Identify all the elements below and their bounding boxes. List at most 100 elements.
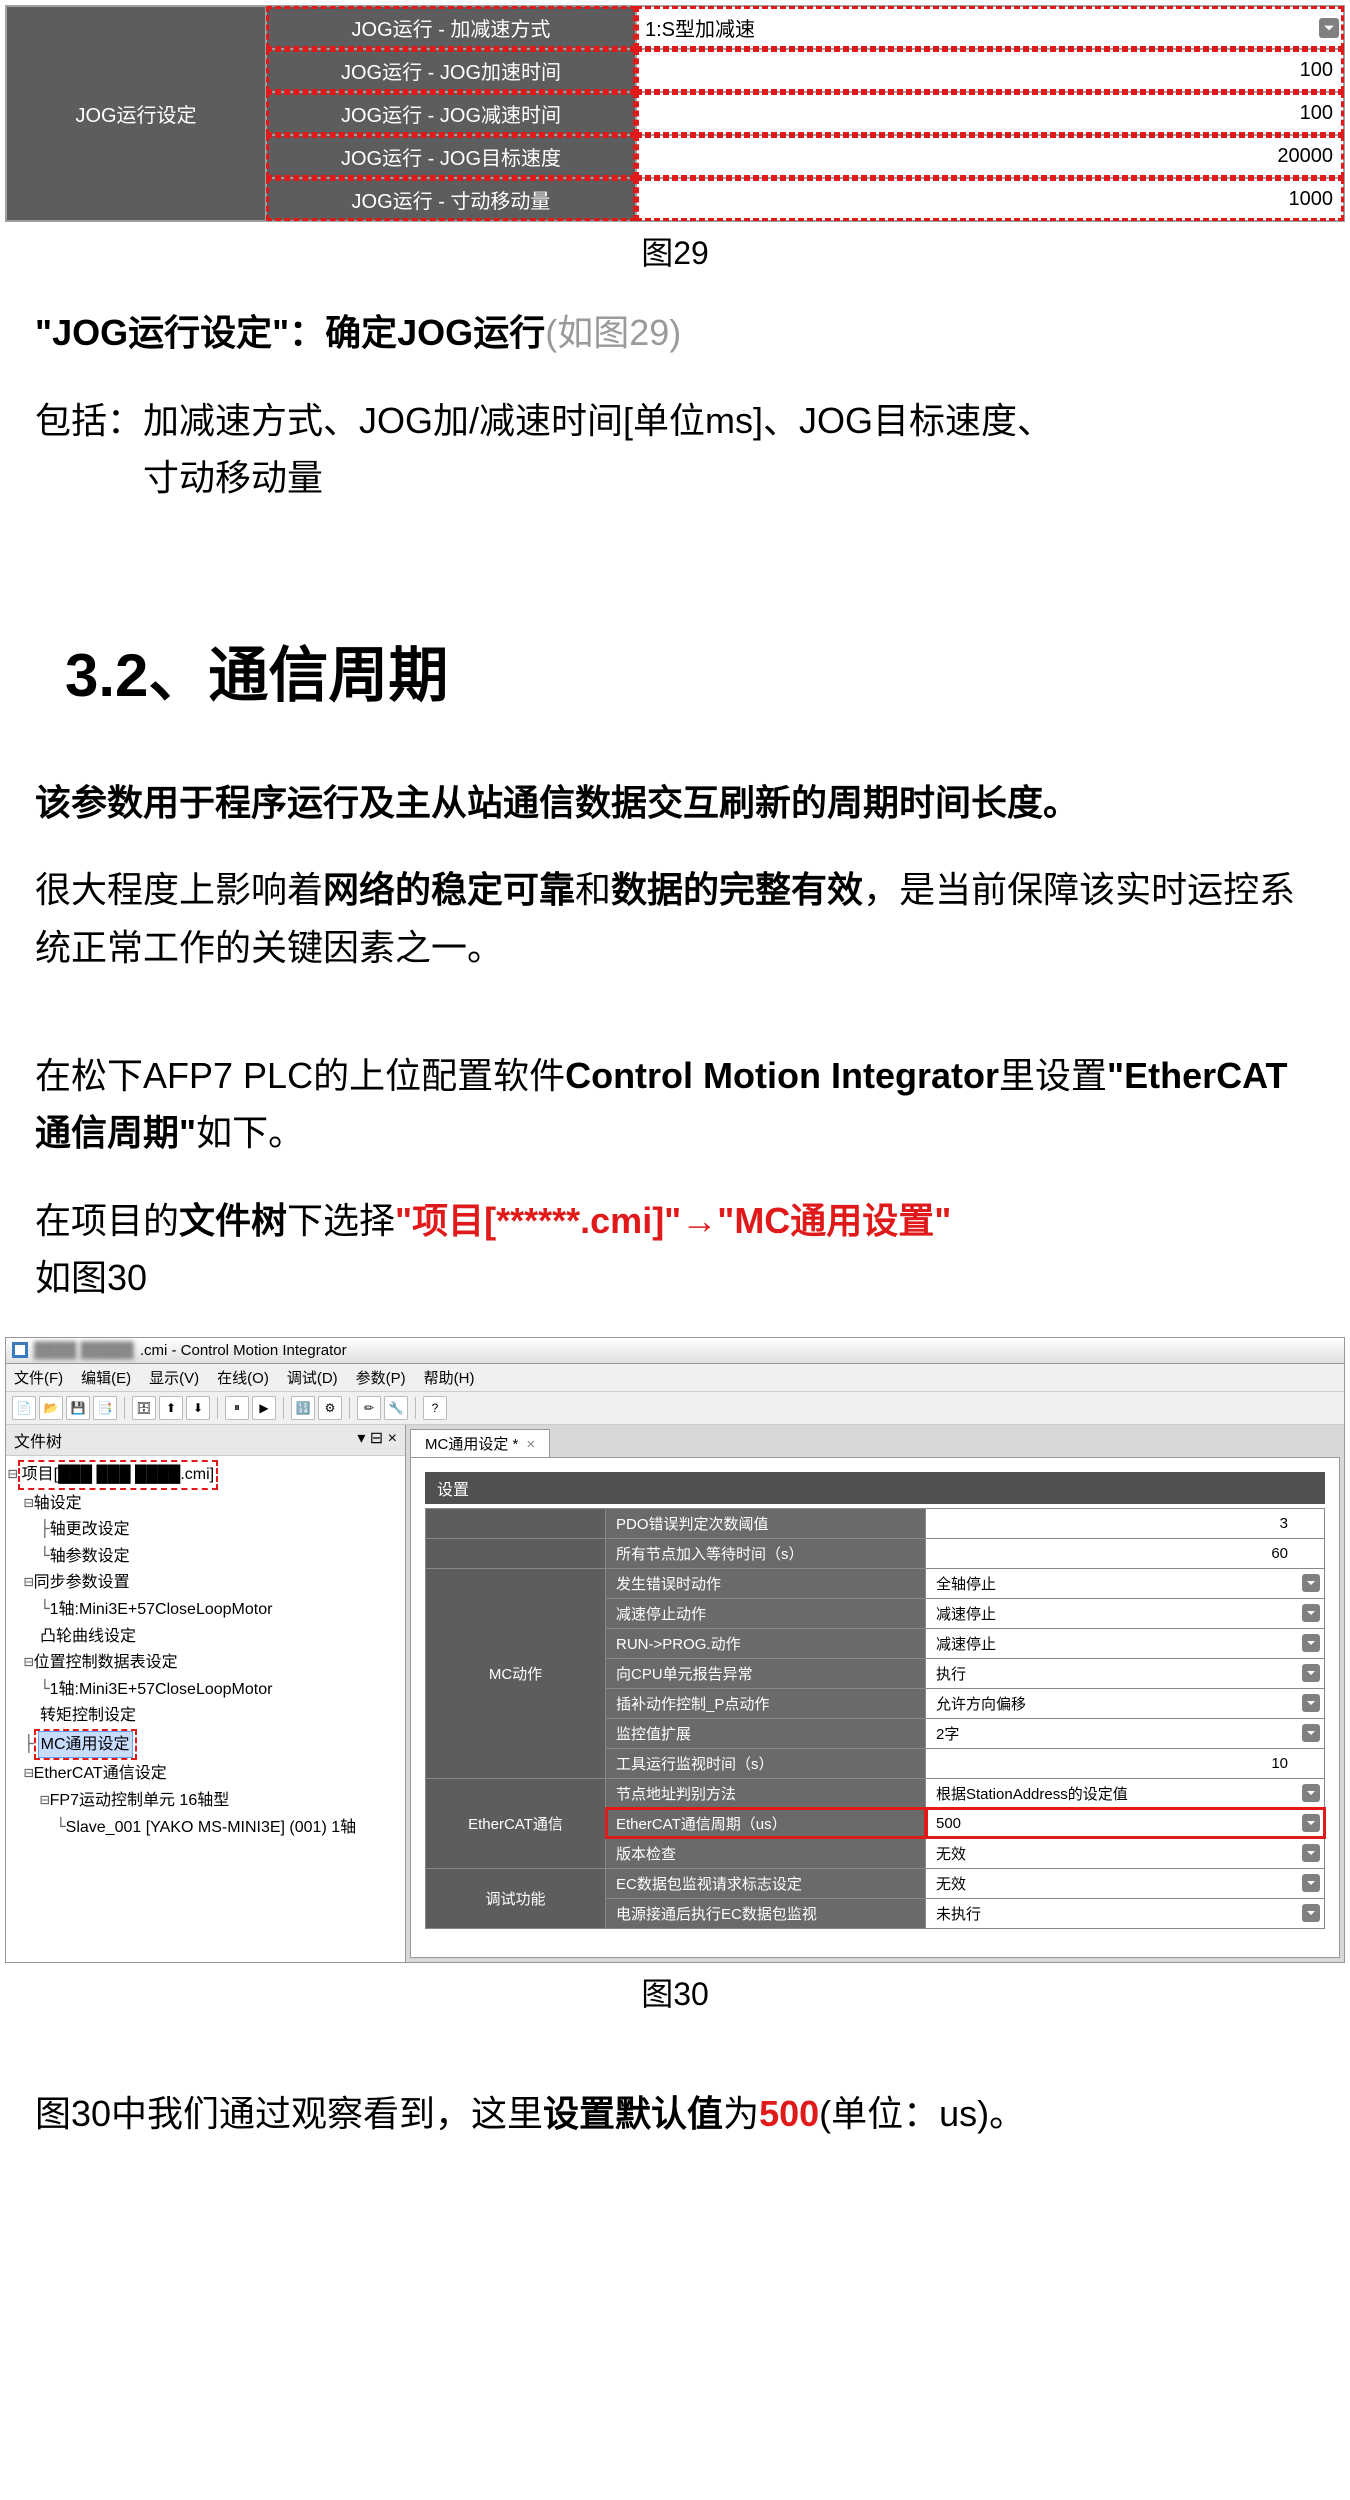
setting-label: 工具运行监视时间（s） [606,1748,926,1778]
setting-label: 监控值扩展 [606,1718,926,1748]
menu-item[interactable]: 在线(O) [217,1367,269,1388]
tree-item[interactable]: └ Slave_001 [YAKO MS-MINI3E] (001) 1轴 [8,1814,403,1841]
p1-gray: (如图29) [545,312,681,353]
setting-label: EtherCAT通信周期（us） [606,1808,926,1838]
panel-header: 设置 [425,1472,1325,1504]
tree-item[interactable]: ├ 轴更改设定 [8,1516,403,1543]
chevron-down-icon[interactable] [1302,1664,1320,1682]
fig30-window: ████ █████.cmi - Control Motion Integrat… [5,1337,1345,1963]
new-icon[interactable]: 📄 [12,1396,36,1420]
setting-value[interactable]: 500 [926,1808,1325,1838]
menu-item[interactable]: 帮助(H) [424,1367,475,1388]
tool-icon[interactable]: 🔧 [384,1396,408,1420]
setting-value[interactable]: 允许方向偏移 [926,1688,1325,1718]
tree-item[interactable]: └ 1轴:Mini3E+57CloseLoopMotor [8,1596,403,1623]
p2: 包括：加减速方式、JOG加/减速时间[单位ms]、JOG目标速度、 寸动移动量 [35,392,1315,507]
p5: 在松下AFP7 PLC的上位配置软件Control Motion Integra… [35,1047,1315,1162]
play-icon[interactable]: ▶ [252,1396,276,1420]
settings-table: PDO错误判定次数阈值3所有节点加入等待时间（s）60 MC动作发生错误时动作全轴… [425,1508,1325,1929]
chevron-down-icon[interactable] [1302,1814,1320,1832]
setting-group: MC动作 [426,1568,606,1778]
chevron-down-icon[interactable] [1302,1694,1320,1712]
pause-icon[interactable]: ⏸ [225,1396,249,1420]
setting-label: 插补动作控制_P点动作 [606,1688,926,1718]
tree-item[interactable]: ⊟ EtherCAT通信设定 [8,1760,403,1787]
setting-value[interactable]: 2字 [926,1718,1325,1748]
edit-icon[interactable]: ✏ [357,1396,381,1420]
chevron-down-icon[interactable] [1302,1784,1320,1802]
close-icon[interactable]: × [526,1436,535,1453]
setting-value[interactable]: 未执行 [926,1898,1325,1928]
menu-item[interactable]: 编辑(E) [81,1367,131,1388]
fig29-group: JOG运行设定 [6,6,266,221]
p7: 图30中我们通过观察看到，这里设置默认值为500(单位：us)。 [35,2085,1315,2143]
chevron-down-icon[interactable] [1302,1874,1320,1892]
setting-label: 发生错误时动作 [606,1568,926,1598]
chevron-down-icon[interactable] [1302,1904,1320,1922]
chevron-down-icon[interactable] [1302,1634,1320,1652]
setting-value[interactable]: 60 [926,1538,1325,1568]
save-icon[interactable]: 💾 [66,1396,90,1420]
tree-header: 文件树 [14,1428,62,1452]
setting-label: 电源接通后执行EC数据包监视 [606,1898,926,1928]
p1-bold: "JOG运行设定"：确定JOG运行 [35,312,545,353]
tree-item[interactable]: ├ MC通用设定 [8,1729,403,1761]
fig30-caption: 图30 [5,1969,1345,2015]
tree-item[interactable]: ⊟ 同步参数设置 [8,1569,403,1596]
p3: 该参数用于程序运行及主从站通信数据交互刷新的周期时间长度。 [35,774,1315,832]
titlebar: ████ █████.cmi - Control Motion Integrat… [6,1338,1344,1364]
setting-label: EC数据包监视请求标志设定 [606,1868,926,1898]
fig29-caption: 图29 [5,228,1345,274]
setting-value[interactable]: 10 [926,1748,1325,1778]
setting-label: 所有节点加入等待时间（s） [606,1538,926,1568]
chevron-down-icon[interactable] [1319,18,1339,38]
fig29-row-label: JOG运行 - 加减速方式 [266,6,636,49]
tree-item[interactable]: ⊟ 轴设定 [8,1490,403,1517]
setting-value[interactable]: 3 [926,1508,1325,1538]
setting-value[interactable]: 无效 [926,1838,1325,1868]
tree-item[interactable]: ⊟ 项目[███ ███ ████.cmi] [8,1460,403,1490]
upload-icon[interactable]: ⬆ [159,1396,183,1420]
setting-label: 节点地址判别方法 [606,1778,926,1808]
chevron-down-icon[interactable] [1302,1844,1320,1862]
fig29-row-value[interactable]: 1:S型加减速 [636,6,1344,49]
download-icon[interactable]: ⬇ [186,1396,210,1420]
chevron-down-icon[interactable] [1302,1724,1320,1742]
setting-label: 减速停止动作 [606,1598,926,1628]
menu-item[interactable]: 参数(P) [356,1367,406,1388]
setting-group: 调试功能 [426,1868,606,1928]
menubar: 文件(F) 编辑(E) 显示(V) 在线(O) 调试(D) 参数(P) 帮助(H) [6,1364,1344,1391]
setting-value[interactable]: 减速停止 [926,1598,1325,1628]
app-icon [12,1342,28,1358]
setting-label: 版本检查 [606,1838,926,1868]
setting-value[interactable]: 全轴停止 [926,1568,1325,1598]
tree-item[interactable]: ⊟ FP7运动控制单元 16轴型 [8,1787,403,1814]
tree-item[interactable]: 凸轮曲线设定 [8,1623,403,1650]
setting-label: PDO错误判定次数阈值 [606,1508,926,1538]
tree-pin-icon[interactable]: ▾ ⊟ × [357,1428,397,1452]
setting-value[interactable]: 减速停止 [926,1628,1325,1658]
tool-icon[interactable]: ⚙ [318,1396,342,1420]
tree-item[interactable]: └ 1轴:Mini3E+57CloseLoopMotor [8,1676,403,1703]
section-heading: 3.2、通信周期 [65,627,1285,714]
setting-value[interactable]: 执行 [926,1658,1325,1688]
p6: 在项目的文件树下选择"项目[******.cmi]"→"MC通用设置"如图30 [35,1192,1315,1307]
setting-value[interactable]: 无效 [926,1868,1325,1898]
chevron-down-icon[interactable] [1302,1604,1320,1622]
tree-item[interactable]: ⊟ 位置控制数据表设定 [8,1649,403,1676]
save-icon[interactable]: 📑 [93,1396,117,1420]
tab-mc-settings[interactable]: MC通用设定 *× [410,1429,550,1457]
open-icon[interactable]: 📂 [39,1396,63,1420]
setting-label: 向CPU单元报告异常 [606,1658,926,1688]
menu-item[interactable]: 调试(D) [287,1367,338,1388]
db-icon[interactable]: 🗄 [132,1396,156,1420]
chevron-down-icon[interactable] [1302,1574,1320,1592]
tree-item[interactable]: └ 轴参数设定 [8,1543,403,1570]
menu-item[interactable]: 显示(V) [149,1367,199,1388]
tree-item[interactable]: 转矩控制设定 [8,1702,403,1729]
p4: 很大程度上影响着网络的稳定可靠和数据的完整有效，是当前保障该实时运控系统正常工作… [35,861,1315,976]
tool-icon[interactable]: 🔢 [291,1396,315,1420]
menu-item[interactable]: 文件(F) [14,1367,63,1388]
setting-value[interactable]: 根据StationAddress的设定值 [926,1778,1325,1808]
help-icon[interactable]: ? [423,1396,447,1420]
